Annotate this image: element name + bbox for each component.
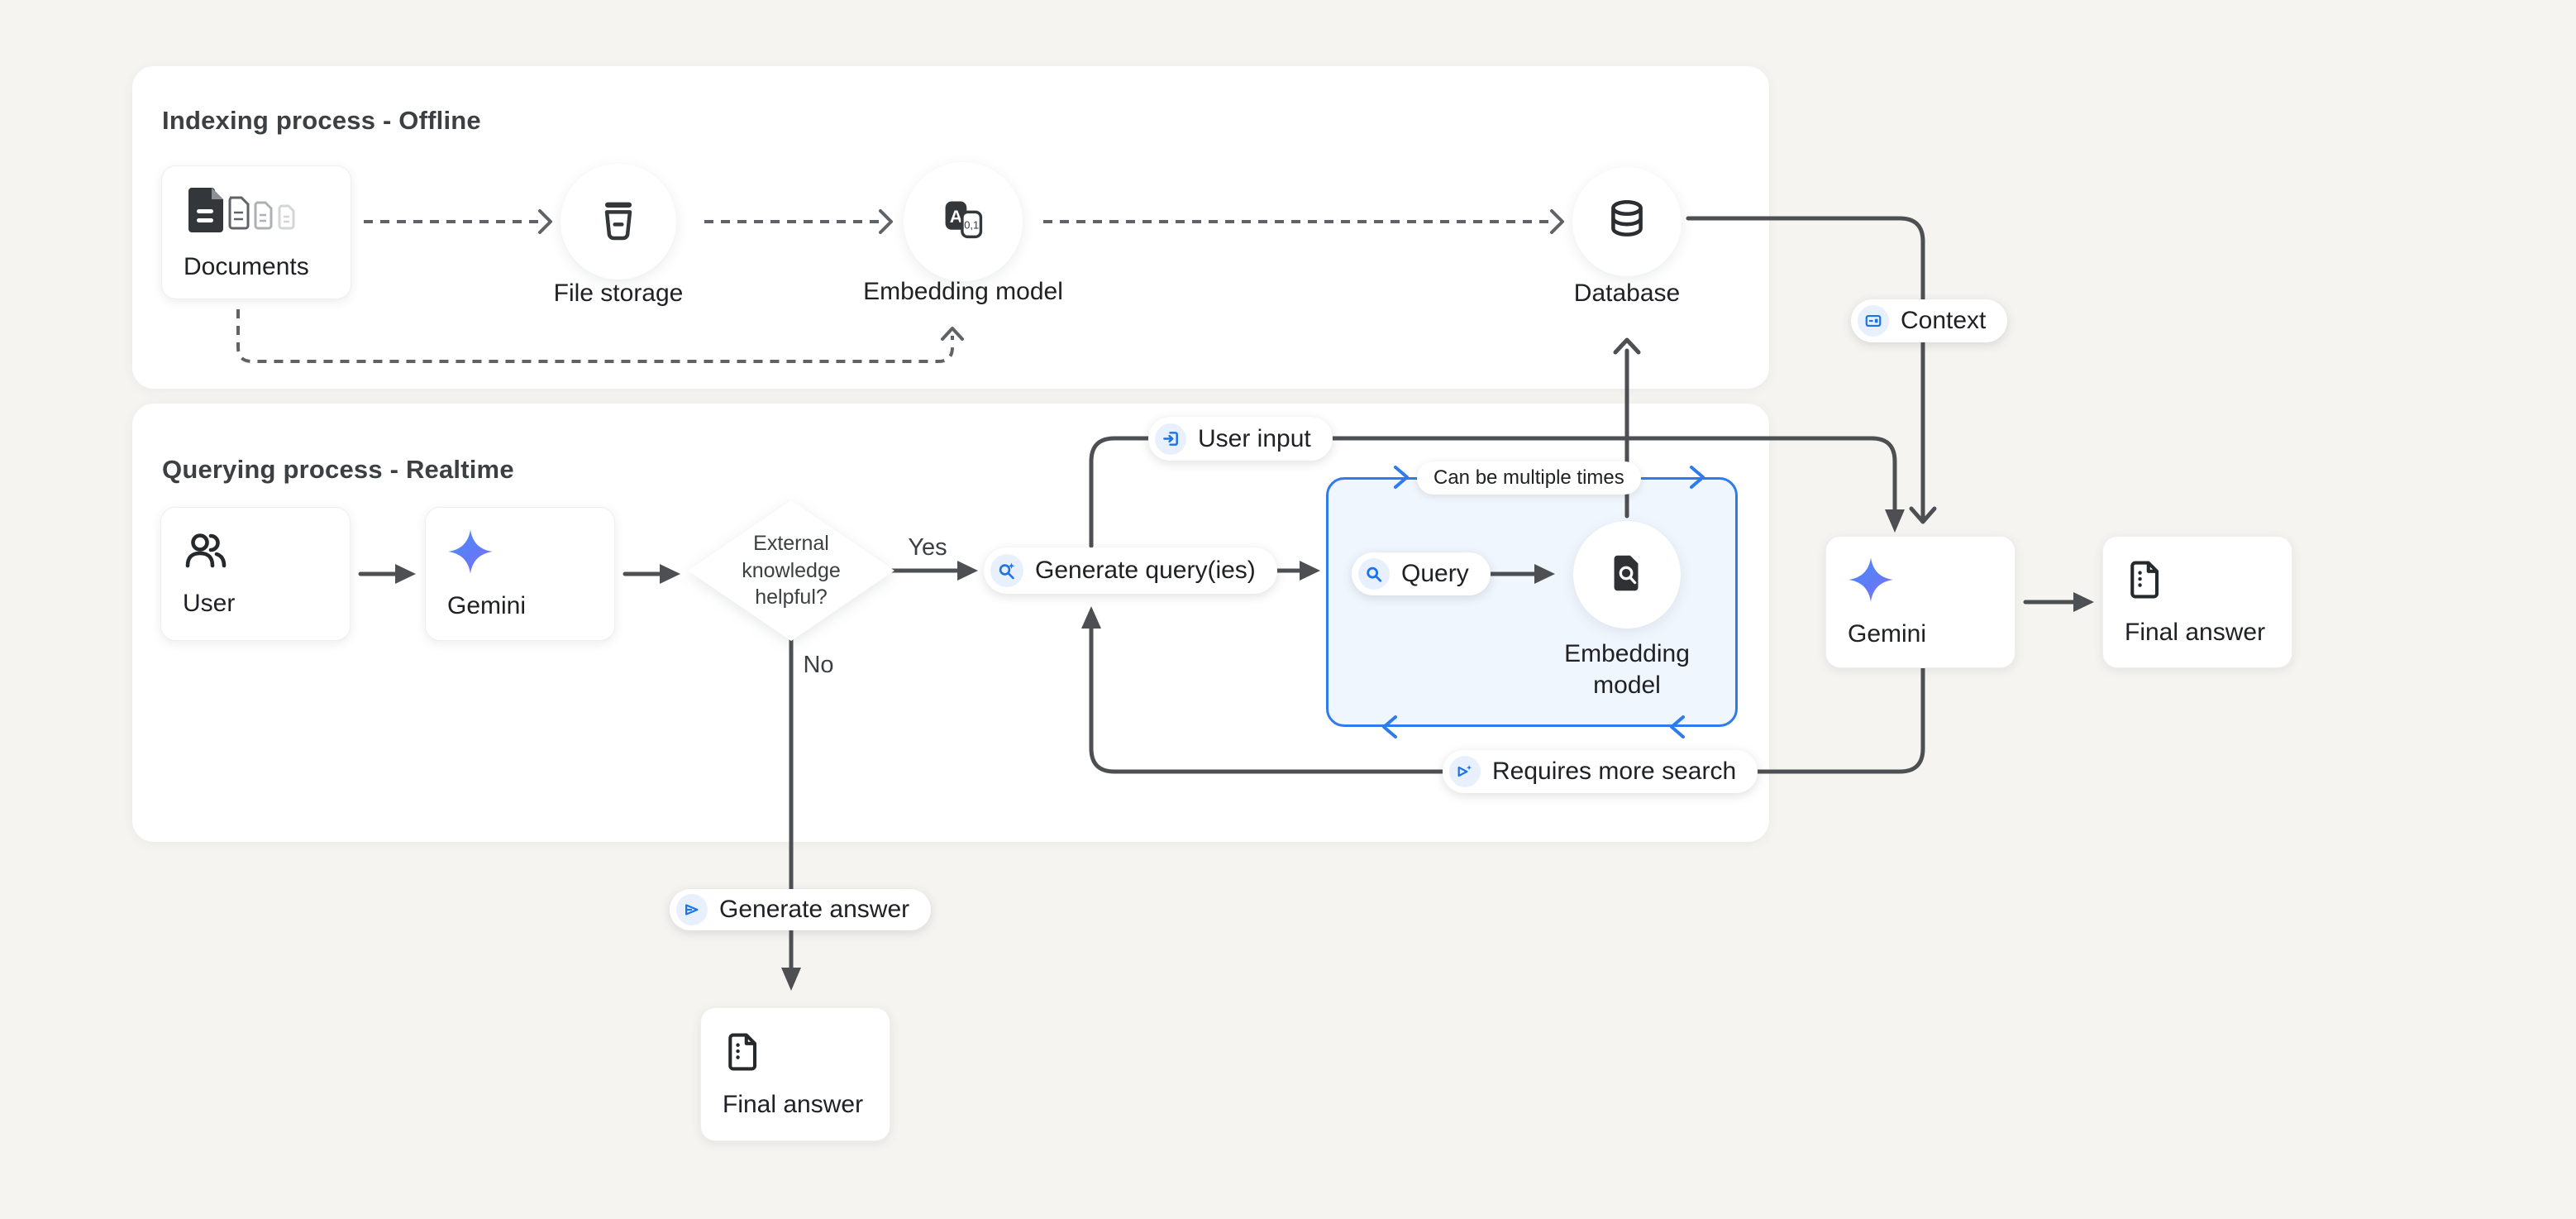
embedding-model-querying-node[interactable]	[1573, 521, 1681, 629]
final-answer-bottom-label: Final answer	[723, 1091, 863, 1119]
database-cylinder-icon	[1603, 196, 1651, 248]
document-search-icon	[1605, 551, 1649, 600]
generate-queries-label: Generate query(ies)	[1035, 557, 1256, 585]
user-node[interactable]: User	[160, 507, 351, 641]
documents-stack-icon	[184, 184, 312, 240]
generate-answer-step[interactable]: Generate answer	[670, 889, 931, 930]
final-answer-bottom-node[interactable]: Final answer	[700, 1007, 890, 1141]
can-be-multiple-times-tag: Can be multiple times	[1417, 461, 1641, 495]
query-label: Query	[1401, 560, 1469, 588]
generate-queries-step[interactable]: Generate query(ies)	[984, 547, 1277, 594]
people-icon	[183, 531, 229, 576]
document-dots-icon	[723, 1030, 766, 1078]
search-icon	[1358, 558, 1390, 590]
querying-panel-title: Querying process - Realtime	[162, 455, 514, 485]
gemini-right-label: Gemini	[1848, 620, 1926, 648]
gemini-left-label: Gemini	[447, 592, 526, 620]
search-sparkle-icon	[990, 554, 1023, 587]
send-icon	[676, 894, 708, 925]
final-answer-right-label: Final answer	[2125, 619, 2265, 647]
context-card-icon	[1858, 305, 1889, 337]
send-sparkle-icon	[1449, 756, 1481, 787]
svg-text:0,1: 0,1	[964, 218, 979, 231]
decision-node[interactable]: External knowledge helpful?	[688, 500, 894, 641]
user-input-label: User input	[1198, 425, 1311, 453]
storage-bucket-icon	[594, 195, 643, 249]
embedding-model-querying-label: Embedding model	[1536, 638, 1718, 700]
user-label: User	[183, 590, 235, 618]
context-step[interactable]: Context	[1851, 299, 2007, 342]
requires-more-search-step[interactable]: Requires more search	[1443, 750, 1758, 793]
rag-architecture-diagram: Indexing process - Offline Querying proc…	[0, 0, 2576, 1219]
user-input-step[interactable]: User input	[1148, 417, 1333, 461]
file-storage-label: File storage	[494, 280, 742, 308]
gemini-left-node[interactable]: Gemini	[425, 507, 615, 641]
final-answer-right-node[interactable]: Final answer	[2102, 536, 2292, 668]
document-dots-icon	[2125, 558, 2168, 605]
embedding-model-indexing-label: Embedding model	[839, 278, 1087, 306]
requires-more-search-label: Requires more search	[1492, 758, 1736, 786]
generate-answer-label: Generate answer	[719, 896, 909, 924]
database-node[interactable]	[1572, 167, 1682, 276]
context-label: Context	[1901, 307, 1986, 335]
indexing-panel-title: Indexing process - Offline	[162, 106, 481, 136]
input-arrow-icon	[1155, 423, 1186, 455]
yes-edge-label: Yes	[894, 534, 961, 562]
database-label: Database	[1503, 280, 1751, 308]
documents-node[interactable]: Documents	[161, 165, 351, 299]
no-edge-label: No	[785, 652, 852, 679]
svg-text:A: A	[950, 207, 962, 227]
query-step[interactable]: Query	[1352, 552, 1491, 595]
translate-embedding-icon: A 0,1	[938, 195, 988, 249]
gemini-right-node[interactable]: Gemini	[1825, 536, 2015, 668]
can-be-multiple-times-label: Can be multiple times	[1433, 466, 1624, 490]
documents-label: Documents	[184, 253, 309, 281]
decision-question: External knowledge helpful?	[721, 530, 861, 611]
file-storage-node[interactable]	[561, 164, 676, 280]
gemini-star-icon	[447, 528, 494, 579]
embedding-model-indexing-node[interactable]: A 0,1	[904, 162, 1023, 281]
gemini-star-icon	[1848, 557, 1894, 607]
